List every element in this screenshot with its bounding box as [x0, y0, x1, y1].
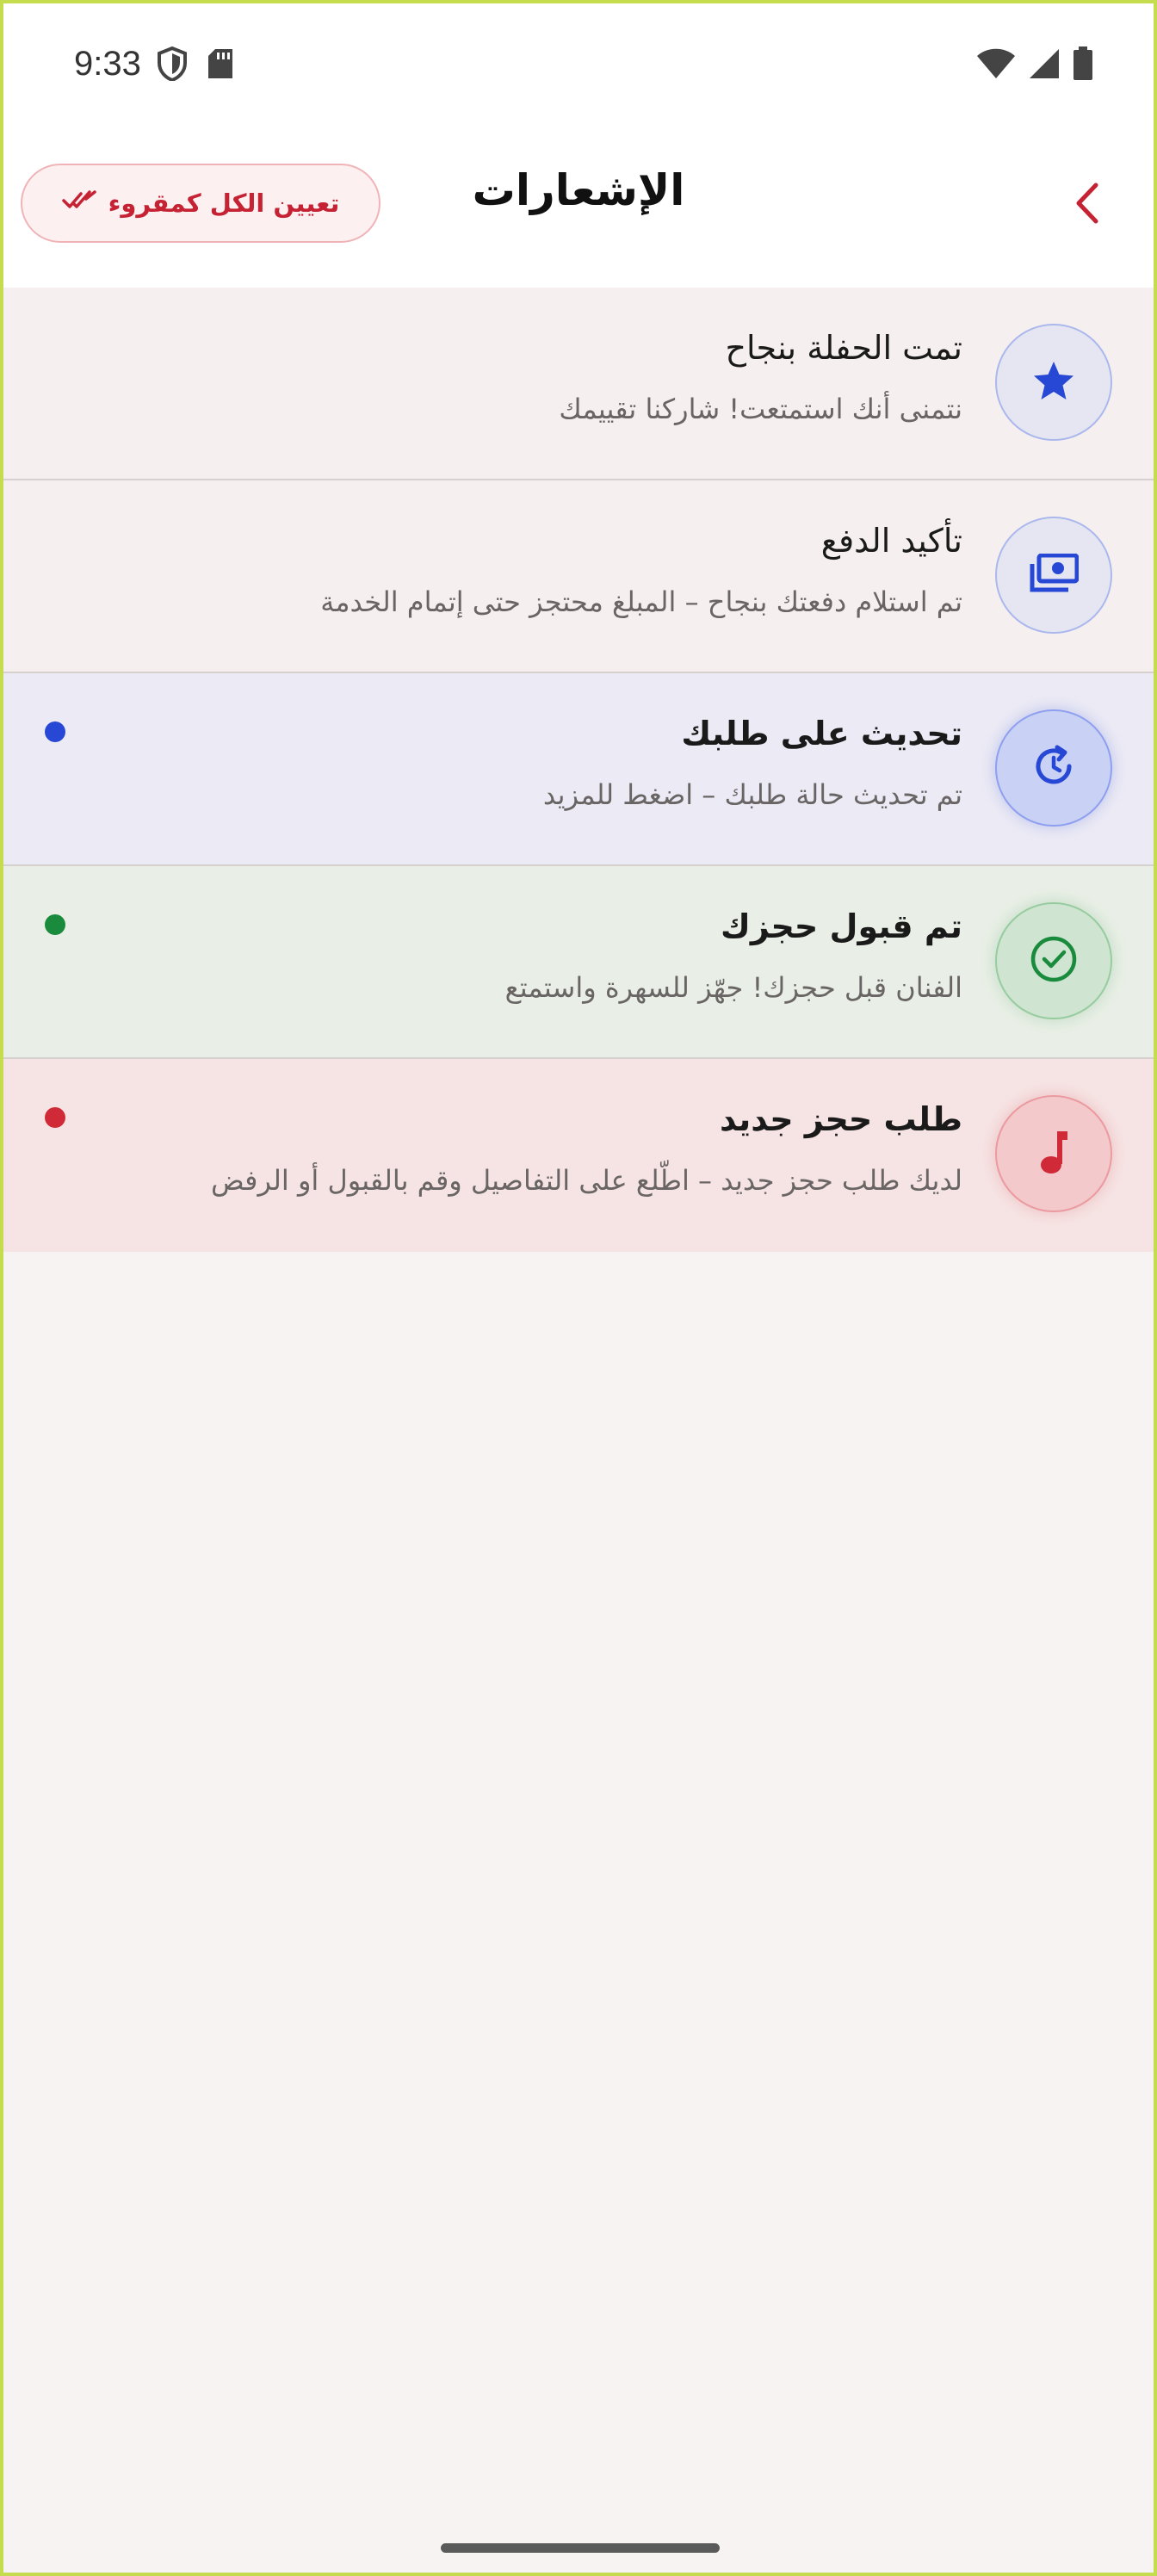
notification-title: تحديث على طلبك: [681, 715, 962, 752]
notification-item[interactable]: تم قبول حجزك الفنان قبل حجزك! جهّز للسهر…: [3, 866, 1154, 1059]
unread-dot: [45, 914, 65, 935]
signal-icon: [1028, 47, 1061, 84]
music-note-icon: [1036, 1128, 1071, 1180]
app-header: تعيين الكل كمقروء الإشعارات: [3, 133, 1154, 288]
status-icons-right: [976, 46, 1093, 84]
notification-body: تم تحديث حالة طلبك – اضغط للمزيد: [542, 778, 962, 811]
back-button[interactable]: [1061, 179, 1112, 231]
notification-icon-circle: [995, 709, 1112, 827]
unread-dot: [45, 1107, 65, 1128]
notification-icon-circle: [995, 1095, 1112, 1212]
check-circle-icon: [1030, 935, 1078, 987]
notification-icon-circle: [995, 902, 1112, 1019]
notification-title: تمت الحفلة بنجاح: [725, 329, 962, 367]
notification-item[interactable]: تمت الحفلة بنجاح نتمنى أنك استمتعت! شارك…: [3, 288, 1154, 480]
notification-icon-circle: [995, 517, 1112, 634]
notification-body: الفنان قبل حجزك! جهّز للسهرة واستمتع: [504, 971, 962, 1004]
notification-title: طلب حجز جديد: [720, 1100, 962, 1138]
status-time: 9:33: [74, 45, 141, 83]
home-indicator[interactable]: [441, 2543, 720, 2553]
notifications-list: تمت الحفلة بنجاح نتمنى أنك استمتعت! شارك…: [3, 288, 1154, 1252]
status-bar: 9:33: [3, 3, 1154, 133]
payments-icon: [1029, 553, 1080, 597]
battery-icon: [1073, 46, 1093, 84]
page-title: الإشعارات: [472, 165, 685, 215]
notification-item[interactable]: تحديث على طلبك تم تحديث حالة طلبك – اضغط…: [3, 673, 1154, 866]
notification-title: تأكيد الدفع: [820, 522, 962, 560]
status-icons-left: [157, 46, 234, 84]
update-icon: [1031, 744, 1076, 792]
shield-icon: [157, 46, 188, 84]
star-icon: [1032, 360, 1075, 405]
notification-body: لديك طلب حجز جديد – اطّلع على التفاصيل و…: [210, 1164, 962, 1197]
notification-item[interactable]: تأكيد الدفع تم استلام دفعتك بنجاح – المب…: [3, 480, 1154, 673]
unread-dot: [45, 721, 65, 742]
notification-title: تم قبول حجزك: [721, 907, 962, 945]
notification-body: نتمنى أنك استمتعت! شاركنا تقييمك: [559, 393, 962, 425]
notification-item[interactable]: طلب حجز جديد لديك طلب حجز جديد – اطّلع ع…: [3, 1059, 1154, 1252]
sd-card-icon: [207, 47, 234, 84]
wifi-icon: [976, 47, 1016, 84]
notification-icon-circle: [995, 324, 1112, 441]
chevron-left-icon: [1073, 182, 1099, 228]
notification-body: تم استلام دفعتك بنجاح – المبلغ محتجز حتى…: [320, 585, 962, 618]
